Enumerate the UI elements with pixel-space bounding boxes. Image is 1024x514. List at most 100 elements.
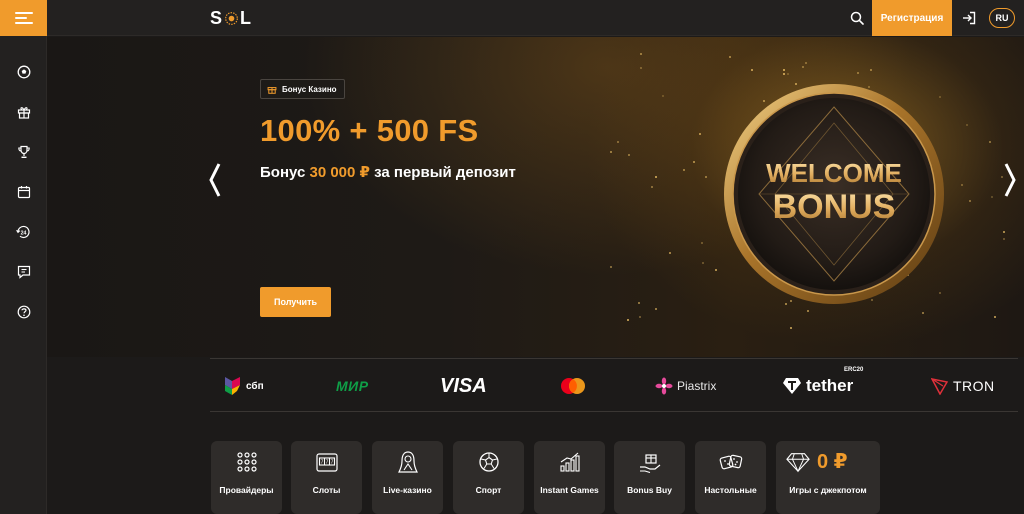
sparkle	[960, 183, 963, 186]
sparkle	[701, 241, 704, 244]
category-label: Instant Games	[540, 485, 599, 495]
category-sport[interactable]: Спорт	[453, 441, 524, 514]
sparkle	[869, 69, 872, 72]
sidebar-item-help[interactable]	[0, 299, 47, 325]
payment-methods-strip: сбп МИР VISA Piastrix tether ERC20 TRON	[210, 358, 1018, 412]
app-root: S L Регистрация RU 24 Бонус Казино 100% …	[0, 0, 1024, 514]
category-label: Слоты	[312, 485, 341, 495]
login-icon	[963, 11, 976, 25]
sparkle	[661, 94, 664, 97]
sparkle	[783, 68, 786, 71]
welcome-bonus-coin: WELCOME BONUS	[724, 84, 944, 304]
sidebar-item-promotions[interactable]	[0, 99, 47, 125]
category-instant-games[interactable]: Instant Games	[534, 441, 605, 514]
tether-erc20-tag: ERC20	[844, 367, 864, 373]
hero-subtitle-suffix: за первый депозит	[369, 164, 516, 181]
slot-machine-icon: 7 7 7	[315, 450, 339, 474]
sparkle	[693, 161, 696, 164]
svg-text:24: 24	[21, 230, 27, 236]
sparkle	[790, 327, 793, 330]
mir-logo: МИР	[336, 378, 369, 394]
gift-hand-icon	[638, 450, 662, 474]
sparkle	[682, 168, 685, 171]
category-label: Live-казино	[383, 485, 432, 495]
bonus-badge: Бонус Казино	[260, 79, 345, 99]
sparkle	[704, 175, 707, 178]
sidebar: 24	[0, 36, 47, 514]
sparkle	[804, 62, 807, 65]
sidebar-item-tournaments[interactable]	[0, 139, 47, 165]
sidebar-item-chat[interactable]	[0, 259, 47, 285]
get-bonus-button[interactable]: Получить	[260, 287, 331, 317]
chat-icon	[17, 265, 30, 279]
sparkle	[640, 66, 643, 69]
sparkle	[638, 301, 641, 304]
svg-text:7: 7	[320, 460, 323, 466]
calendar-icon	[17, 186, 30, 199]
help-icon	[17, 305, 30, 319]
login-button[interactable]	[958, 8, 980, 28]
top-bar: S L Регистрация RU	[0, 0, 1024, 36]
bonus-badge-label: Бонус Казино	[282, 84, 337, 94]
hero-banner: Бонус Казино 100% + 500 FS Бонус 30 000 …	[47, 37, 1024, 357]
sparkle	[699, 132, 702, 135]
piastrix-label: Piastrix	[677, 379, 717, 393]
language-selector[interactable]: RU	[989, 8, 1015, 28]
diamond-icon	[786, 450, 810, 474]
category-jackpot-games[interactable]: 0 ₽ Игры с джекпотом	[776, 441, 880, 514]
sparkle	[668, 252, 671, 255]
category-bonus-buy[interactable]: Bonus Buy	[614, 441, 685, 514]
payment-piastrix: Piastrix	[655, 373, 716, 399]
sparkle	[969, 200, 972, 203]
hero-subtitle-amount: 30 000 ₽	[309, 164, 370, 181]
trophy-icon	[17, 145, 30, 159]
svg-text:7: 7	[330, 460, 333, 466]
sun-icon	[225, 11, 238, 25]
category-label: Игры с джекпотом	[789, 485, 867, 495]
support-24-icon: 24	[16, 225, 30, 239]
menu-button[interactable]	[0, 0, 47, 36]
sparkle	[806, 309, 809, 312]
gift-icon	[267, 87, 277, 94]
logo[interactable]: S L	[210, 7, 252, 29]
hero-subtitle-prefix: Бонус	[260, 164, 310, 181]
soccer-ball-icon	[477, 450, 501, 474]
payment-visa: VISA	[440, 373, 487, 399]
category-label: Спорт	[475, 485, 502, 495]
coin-line-1: WELCOME	[766, 158, 902, 188]
visa-logo: VISA	[440, 374, 487, 397]
sparkle	[802, 65, 805, 68]
sparkle	[638, 315, 641, 318]
logo-l: L	[240, 7, 253, 28]
sparkle	[989, 141, 992, 144]
payment-mir: МИР	[336, 373, 369, 399]
search-button[interactable]	[846, 8, 868, 28]
providers-grid-icon	[235, 450, 259, 474]
coin-line-2: BONUS	[773, 188, 896, 226]
gift-icon	[17, 107, 30, 119]
piastrix-icon	[655, 377, 673, 395]
next-slide-arrow-icon[interactable]	[1002, 162, 1018, 198]
sparkle	[609, 151, 612, 154]
sidebar-item-support[interactable]: 24	[0, 219, 47, 245]
prev-slide-arrow-icon[interactable]	[207, 162, 223, 198]
category-label: Настольные	[704, 485, 757, 495]
jackpot-amount: 0 ₽	[817, 451, 848, 473]
logo-s: S	[210, 7, 224, 28]
category-providers[interactable]: Провайдеры	[211, 441, 282, 514]
sparkle	[639, 53, 642, 56]
sparkle	[655, 175, 658, 178]
sparkle	[856, 72, 859, 75]
sidebar-item-calendar[interactable]	[0, 179, 47, 205]
search-icon	[850, 11, 864, 25]
sidebar-item-sport[interactable]	[0, 59, 47, 85]
payment-tether: tether ERC20	[782, 367, 863, 399]
category-slots[interactable]: 7 7 7 Слоты	[291, 441, 362, 514]
sparkle	[728, 55, 731, 58]
register-button[interactable]: Регистрация	[872, 0, 952, 36]
live-dealer-icon	[396, 450, 420, 474]
payment-sbp: сбп	[224, 373, 264, 399]
category-label: Bonus Buy	[627, 485, 672, 495]
category-table-games[interactable]: Настольные	[695, 441, 766, 514]
category-live-casino[interactable]: Live-казино	[372, 441, 443, 514]
